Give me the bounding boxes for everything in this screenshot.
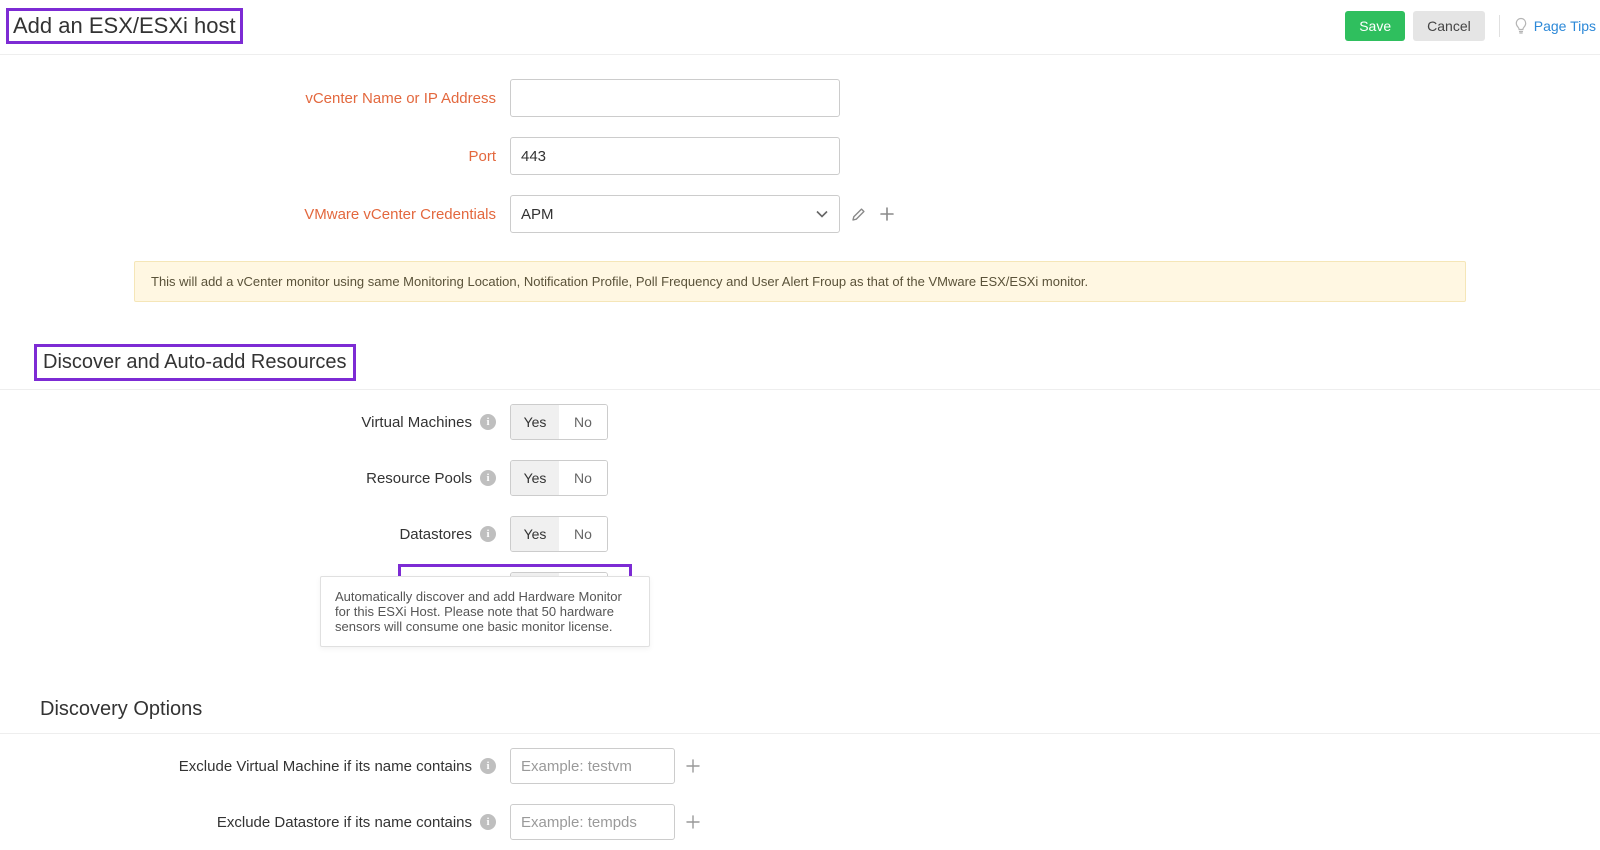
discovery-options: Exclude Virtual Machine if its name cont… [0, 738, 1600, 850]
ds-toggle[interactable]: Yes No [510, 516, 608, 552]
info-icon[interactable]: i [480, 758, 496, 774]
add-exclude-ds-icon[interactable] [685, 814, 701, 830]
add-icon[interactable] [878, 205, 896, 223]
exclude-ds-label: Exclude Datastore if its name contains [217, 814, 472, 831]
page-tips-link[interactable]: Page Tips [1514, 17, 1596, 35]
port-label: Port [468, 148, 496, 165]
page-title: Add an ESX/ESXi host [6, 8, 243, 44]
exclude-ds-input[interactable] [510, 804, 675, 840]
add-exclude-vm-icon[interactable] [685, 758, 701, 774]
rp-toggle[interactable]: Yes No [510, 460, 608, 496]
discovery-options-section: Discovery Options [0, 686, 1600, 734]
discover-section: Discover and Auto-add Resources [0, 344, 1600, 390]
vcenter-name-input[interactable] [510, 79, 840, 117]
credentials-label: VMware vCenter Credentials [304, 206, 496, 223]
vm-toggle-yes[interactable]: Yes [511, 405, 559, 439]
header-actions: Save Cancel Page Tips [1345, 11, 1596, 41]
ds-toggle-yes[interactable]: Yes [511, 517, 559, 551]
page-tips-label: Page Tips [1534, 18, 1596, 34]
rp-toggle-yes[interactable]: Yes [511, 461, 559, 495]
connection-form: vCenter Name or IP Address Port VMware v… [0, 55, 1600, 243]
vm-toggle[interactable]: Yes No [510, 404, 608, 440]
edit-icon[interactable] [850, 205, 868, 223]
discover-toggles: Virtual Machines i Yes No Resource Pools… [0, 394, 1600, 618]
discovery-options-title: Discovery Options [34, 694, 208, 725]
info-icon[interactable]: i [480, 526, 496, 542]
exclude-vm-input[interactable] [510, 748, 675, 784]
cancel-button[interactable]: Cancel [1413, 11, 1485, 41]
credentials-selected: APM [521, 206, 554, 223]
save-button[interactable]: Save [1345, 11, 1405, 41]
port-input[interactable] [510, 137, 840, 175]
hardware-tooltip: Automatically discover and add Hardware … [320, 576, 650, 647]
info-banner: This will add a vCenter monitor using sa… [134, 261, 1466, 302]
ds-toggle-no[interactable]: No [559, 517, 607, 551]
vcenter-name-label: vCenter Name or IP Address [305, 90, 496, 107]
bulb-icon [1514, 17, 1528, 35]
vm-toggle-no[interactable]: No [559, 405, 607, 439]
info-icon[interactable]: i [480, 814, 496, 830]
info-icon[interactable]: i [480, 470, 496, 486]
exclude-vm-label: Exclude Virtual Machine if its name cont… [179, 758, 472, 775]
vm-label: Virtual Machines [361, 414, 472, 431]
page-header: Add an ESX/ESXi host Save Cancel Page Ti… [0, 0, 1600, 55]
separator [1499, 15, 1500, 37]
info-icon[interactable]: i [480, 414, 496, 430]
rp-label: Resource Pools [366, 470, 472, 487]
discover-section-title: Discover and Auto-add Resources [34, 344, 356, 381]
rp-toggle-no[interactable]: No [559, 461, 607, 495]
credentials-select[interactable]: APM [510, 195, 840, 233]
ds-label: Datastores [399, 526, 472, 543]
